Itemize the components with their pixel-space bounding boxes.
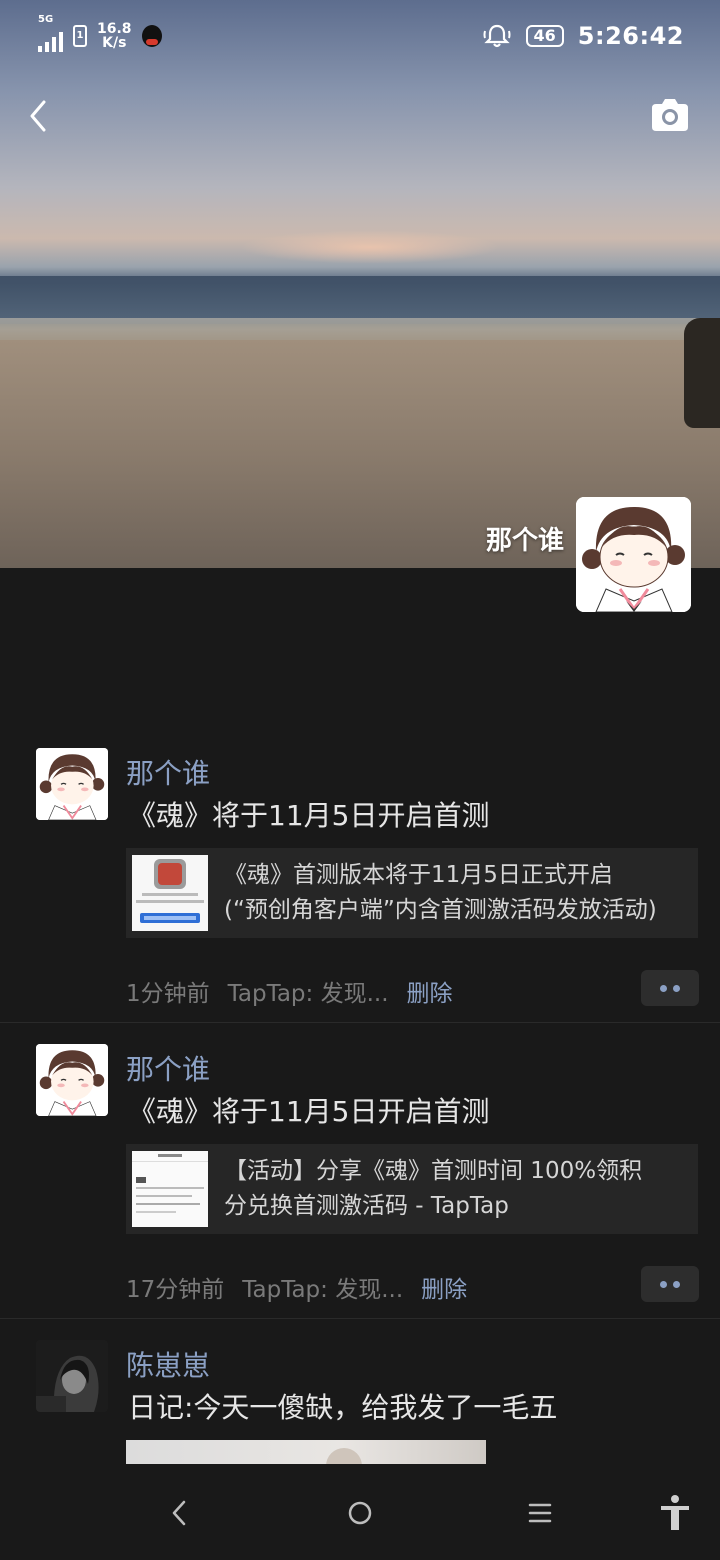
cover-photo[interactable] — [0, 0, 720, 568]
dot-icon — [660, 1280, 667, 1288]
post-source[interactable]: TapTap: 发现... — [228, 974, 389, 1008]
avatar-girl-illustration — [36, 1044, 108, 1116]
camera-icon[interactable] — [650, 98, 690, 132]
signal-bars-icon — [38, 28, 63, 52]
navigation-bar — [0, 1464, 720, 1560]
dot-icon — [660, 984, 667, 992]
status-right: 46 5:26:42 — [482, 22, 684, 50]
cover-shore — [0, 318, 720, 342]
shared-link-card[interactable]: 【活动】分享《魂》首测时间 100%领积 分兑换首测激活码 - TapTap — [126, 1144, 698, 1234]
avatar[interactable] — [36, 1340, 108, 1412]
delete-link[interactable]: 删除 — [407, 974, 453, 1008]
link-thumbnail — [132, 855, 208, 931]
profile-avatar[interactable] — [576, 497, 691, 612]
speed-unit: K/s — [102, 35, 127, 51]
divider — [0, 1318, 720, 1319]
avatar[interactable] — [36, 1044, 108, 1116]
back-icon[interactable] — [155, 1488, 205, 1538]
more-button[interactable] — [641, 970, 699, 1006]
post-text: 日记:今天一傻缺，给我发了一毛五 — [128, 1391, 558, 1424]
cover-sea — [0, 276, 720, 324]
author-name[interactable]: 那个谁 — [126, 752, 210, 792]
menu-icon[interactable] — [515, 1488, 565, 1538]
post-text: 《魂》将于11月5日开启首测 — [128, 799, 490, 832]
post-time: 17分钟前 — [126, 1277, 225, 1303]
post-meta: 17分钟前 TapTap: 发现... 删除 — [126, 1270, 467, 1304]
delete-link[interactable]: 删除 — [421, 1270, 467, 1304]
link-line-1: 【活动】分享《魂》首测时间 100%领积 — [224, 1158, 643, 1184]
link-line-2: 分兑换首测激活码 - TapTap — [224, 1193, 509, 1219]
clock: 5:26:42 — [577, 22, 684, 50]
speed-value: 16.8 — [97, 21, 132, 37]
post-text: 《魂》将于11月5日开启首测 — [128, 1095, 490, 1128]
status-bar: 5G 1 16.8 K/s 46 5:26:42 — [0, 0, 720, 70]
link-title: 《魂》首测版本将于11月5日正式开启 (“预创角客户端”内含首测激活码发放活动) — [224, 858, 684, 928]
status-left: 5G 1 16.8 K/s — [38, 14, 162, 52]
link-line-1: 《魂》首测版本将于11月5日正式开启 — [224, 862, 613, 888]
dot-icon — [673, 984, 680, 992]
shared-link-card[interactable]: 《魂》首测版本将于11月5日正式开启 (“预创角客户端”内含首测激活码发放活动) — [126, 848, 698, 938]
link-thumbnail — [132, 1151, 208, 1227]
sim-icon: 1 — [73, 25, 87, 47]
avatar-girl-illustration — [576, 497, 691, 612]
profile-name[interactable]: 那个谁 — [470, 520, 564, 557]
avatar-dark-portrait — [36, 1340, 108, 1412]
home-icon[interactable] — [335, 1488, 385, 1538]
qq-icon — [141, 25, 162, 47]
post-time: 1分钟前 — [126, 981, 210, 1007]
avatar[interactable] — [36, 748, 108, 820]
link-title: 【活动】分享《魂》首测时间 100%领积 分兑换首测激活码 - TapTap — [224, 1154, 684, 1224]
post-source[interactable]: TapTap: 发现... — [242, 1270, 403, 1304]
network-type: 5G — [38, 14, 54, 25]
dot-icon — [673, 1280, 680, 1288]
author-name[interactable]: 陈崽崽 — [126, 1344, 210, 1384]
author-name[interactable]: 那个谁 — [126, 1048, 210, 1088]
more-button[interactable] — [641, 1266, 699, 1302]
chevron-left-icon[interactable] — [20, 96, 60, 136]
cover-sunset — [240, 230, 500, 264]
link-line-2: (“预创角客户端”内含首测激活码发放活动) — [224, 897, 657, 923]
signal-indicator: 5G — [38, 14, 63, 52]
cover-person — [684, 318, 720, 428]
avatar-girl-illustration — [36, 748, 108, 820]
bell-icon — [483, 24, 511, 48]
battery-indicator: 46 — [525, 25, 564, 47]
network-speed: 16.8 K/s — [97, 22, 132, 50]
divider — [0, 1022, 720, 1023]
post-meta: 1分钟前 TapTap: 发现... 删除 — [126, 974, 453, 1008]
accessibility-icon[interactable] — [650, 1488, 700, 1538]
battery-level: 46 — [533, 26, 556, 45]
